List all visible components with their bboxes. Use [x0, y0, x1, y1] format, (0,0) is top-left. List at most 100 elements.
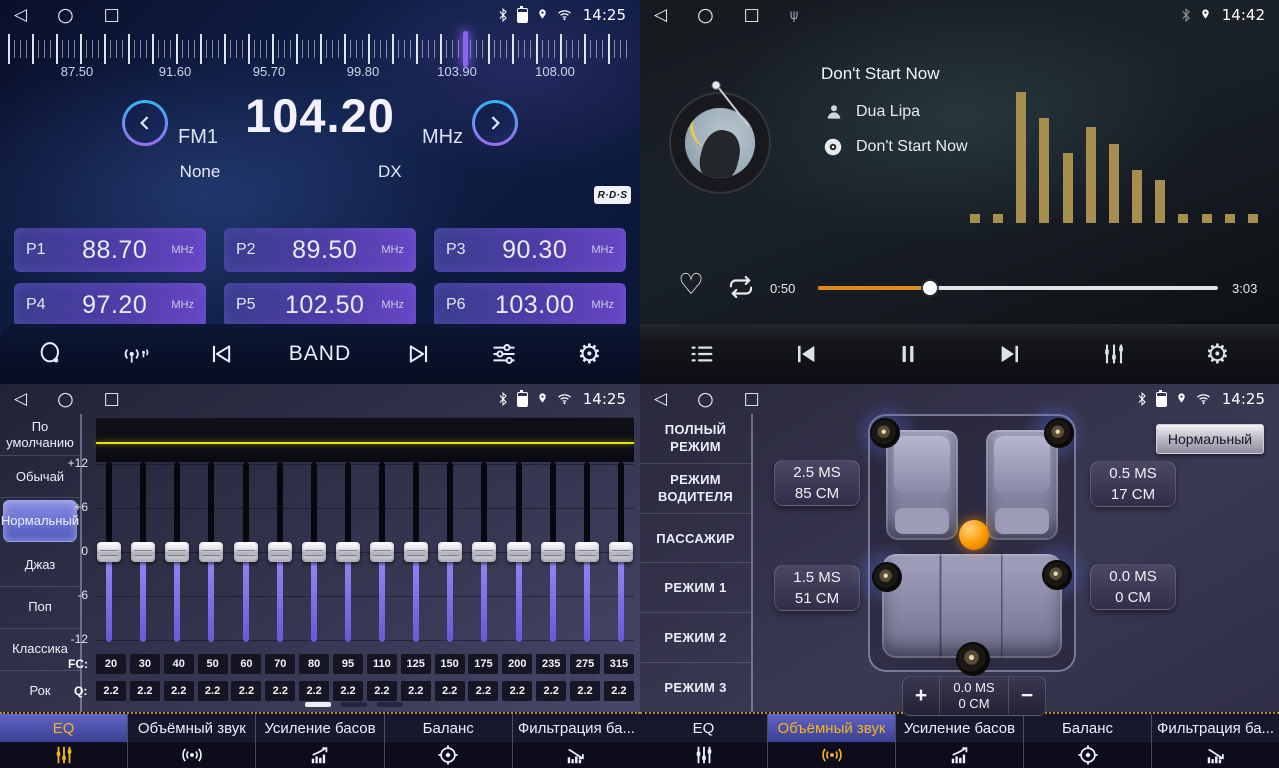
- band-button[interactable]: BAND: [289, 342, 351, 366]
- eq-band-slider[interactable]: [96, 460, 122, 648]
- fc-value-box[interactable]: 235: [536, 654, 566, 674]
- fc-value-box[interactable]: 110: [367, 654, 397, 674]
- slider-knob[interactable]: [541, 542, 565, 562]
- q-value-box[interactable]: 2.2: [265, 681, 295, 701]
- front-right-speaker-icon[interactable]: [1044, 418, 1074, 448]
- back-icon[interactable]: ◁: [14, 0, 27, 30]
- eq-band-slider[interactable]: [233, 460, 259, 648]
- delay-front-right-button[interactable]: 0.5 MS 17 CM: [1090, 461, 1176, 507]
- listening-position-marker[interactable]: [959, 520, 989, 550]
- q-value-box[interactable]: 2.2: [604, 681, 634, 701]
- tab-balance[interactable]: Баланс: [1024, 714, 1152, 768]
- eq-band-slider[interactable]: [608, 460, 634, 648]
- q-value-box[interactable]: 2.2: [570, 681, 600, 701]
- q-value-box[interactable]: 2.2: [401, 681, 431, 701]
- home-icon[interactable]: ○: [697, 0, 714, 30]
- listening-mode-item[interactable]: РЕЖИМ 1: [640, 563, 751, 613]
- recents-icon[interactable]: □: [104, 0, 120, 30]
- next-station-icon[interactable]: [402, 337, 436, 371]
- slider-knob[interactable]: [165, 542, 189, 562]
- q-value-box[interactable]: 2.2: [468, 681, 498, 701]
- surround-preset-button[interactable]: Нормальный: [1156, 424, 1264, 454]
- q-value-box[interactable]: 2.2: [435, 681, 465, 701]
- eq-preset-item[interactable]: По умолчанию: [0, 414, 80, 456]
- page-dot[interactable]: [377, 702, 403, 707]
- fc-value-box[interactable]: 40: [164, 654, 194, 674]
- pause-icon[interactable]: [891, 337, 925, 371]
- page-dot[interactable]: [305, 702, 331, 707]
- delay-rear-right-button[interactable]: 0.0 MS 0 CM: [1090, 564, 1176, 610]
- eq-band-slider[interactable]: [301, 460, 327, 648]
- q-value-box[interactable]: 2.2: [231, 681, 261, 701]
- q-value-box[interactable]: 2.2: [502, 681, 532, 701]
- broadcast-icon[interactable]: [119, 337, 153, 371]
- eq-band-slider[interactable]: [164, 460, 190, 648]
- eq-band-slider[interactable]: [335, 460, 361, 648]
- tab-eq[interactable]: EQ: [640, 714, 768, 768]
- slider-knob[interactable]: [438, 542, 462, 562]
- rear-right-speaker-icon[interactable]: [1042, 560, 1072, 590]
- fc-value-box[interactable]: 60: [231, 654, 261, 674]
- slider-knob[interactable]: [336, 542, 360, 562]
- eq-preset-item[interactable]: Рок: [0, 671, 80, 712]
- slider-knob[interactable]: [97, 542, 121, 562]
- back-icon[interactable]: ◁: [14, 384, 27, 414]
- slider-knob[interactable]: [268, 542, 292, 562]
- settings-gear-icon[interactable]: ⚙: [572, 337, 606, 371]
- delay-increase-button[interactable]: +: [903, 677, 939, 715]
- fc-value-box[interactable]: 95: [333, 654, 363, 674]
- tab-filter[interactable]: Фильтрация ба...: [513, 714, 640, 768]
- previous-station-icon[interactable]: [204, 337, 238, 371]
- recents-icon[interactable]: □: [744, 384, 760, 414]
- fc-value-box[interactable]: 70: [265, 654, 295, 674]
- eq-band-slider[interactable]: [574, 460, 600, 648]
- page-dot[interactable]: [341, 702, 367, 707]
- fc-value-box[interactable]: 315: [604, 654, 634, 674]
- radio-preset-p1[interactable]: P188.70MHz: [14, 228, 206, 272]
- favorite-icon[interactable]: ♡: [678, 270, 704, 299]
- equalizer-icon[interactable]: [1097, 337, 1131, 371]
- subwoofer-icon[interactable]: [956, 642, 990, 676]
- q-value-box[interactable]: 2.2: [333, 681, 363, 701]
- tab-eq[interactable]: EQ: [0, 714, 128, 768]
- slider-knob[interactable]: [609, 542, 633, 562]
- q-value-box[interactable]: 2.2: [198, 681, 228, 701]
- slider-knob[interactable]: [302, 542, 326, 562]
- next-track-icon[interactable]: [994, 337, 1028, 371]
- slider-knob[interactable]: [199, 542, 223, 562]
- slider-knob[interactable]: [234, 542, 258, 562]
- back-icon[interactable]: ◁: [654, 384, 667, 414]
- tune-up-button[interactable]: [472, 100, 518, 146]
- slider-knob[interactable]: [575, 542, 599, 562]
- slider-knob[interactable]: [370, 542, 394, 562]
- fc-value-box[interactable]: 125: [401, 654, 431, 674]
- q-value-box[interactable]: 2.2: [96, 681, 126, 701]
- tab-surround[interactable]: Объёмный звук: [128, 714, 256, 768]
- eq-band-slider[interactable]: [437, 460, 463, 648]
- fc-value-box[interactable]: 200: [502, 654, 532, 674]
- eq-band-slider[interactable]: [369, 460, 395, 648]
- fc-value-box[interactable]: 150: [435, 654, 465, 674]
- tab-surround[interactable]: Объёмный звук: [768, 714, 896, 768]
- repeat-icon[interactable]: [726, 274, 756, 305]
- listening-mode-item[interactable]: РЕЖИМ 2: [640, 613, 751, 663]
- playlist-icon[interactable]: [685, 337, 719, 371]
- delay-front-left-button[interactable]: 2.5 MS 85 CM: [774, 460, 860, 506]
- tab-balance[interactable]: Баланс: [385, 714, 513, 768]
- fc-value-box[interactable]: 80: [299, 654, 329, 674]
- eq-band-slider[interactable]: [198, 460, 224, 648]
- home-icon[interactable]: ○: [57, 384, 74, 414]
- tune-down-button[interactable]: [122, 100, 168, 146]
- progress-thumb[interactable]: [923, 281, 937, 295]
- eq-band-slider[interactable]: [471, 460, 497, 648]
- delay-decrease-button[interactable]: −: [1009, 677, 1045, 715]
- q-value-box[interactable]: 2.2: [536, 681, 566, 701]
- slider-knob[interactable]: [131, 542, 155, 562]
- tuner-dial[interactable]: [8, 34, 632, 64]
- eq-band-slider[interactable]: [403, 460, 429, 648]
- fc-value-box[interactable]: 20: [96, 654, 126, 674]
- back-icon[interactable]: ◁: [654, 0, 667, 30]
- recents-icon[interactable]: □: [104, 384, 120, 414]
- audio-settings-icon[interactable]: [487, 337, 521, 371]
- q-value-box[interactable]: 2.2: [130, 681, 160, 701]
